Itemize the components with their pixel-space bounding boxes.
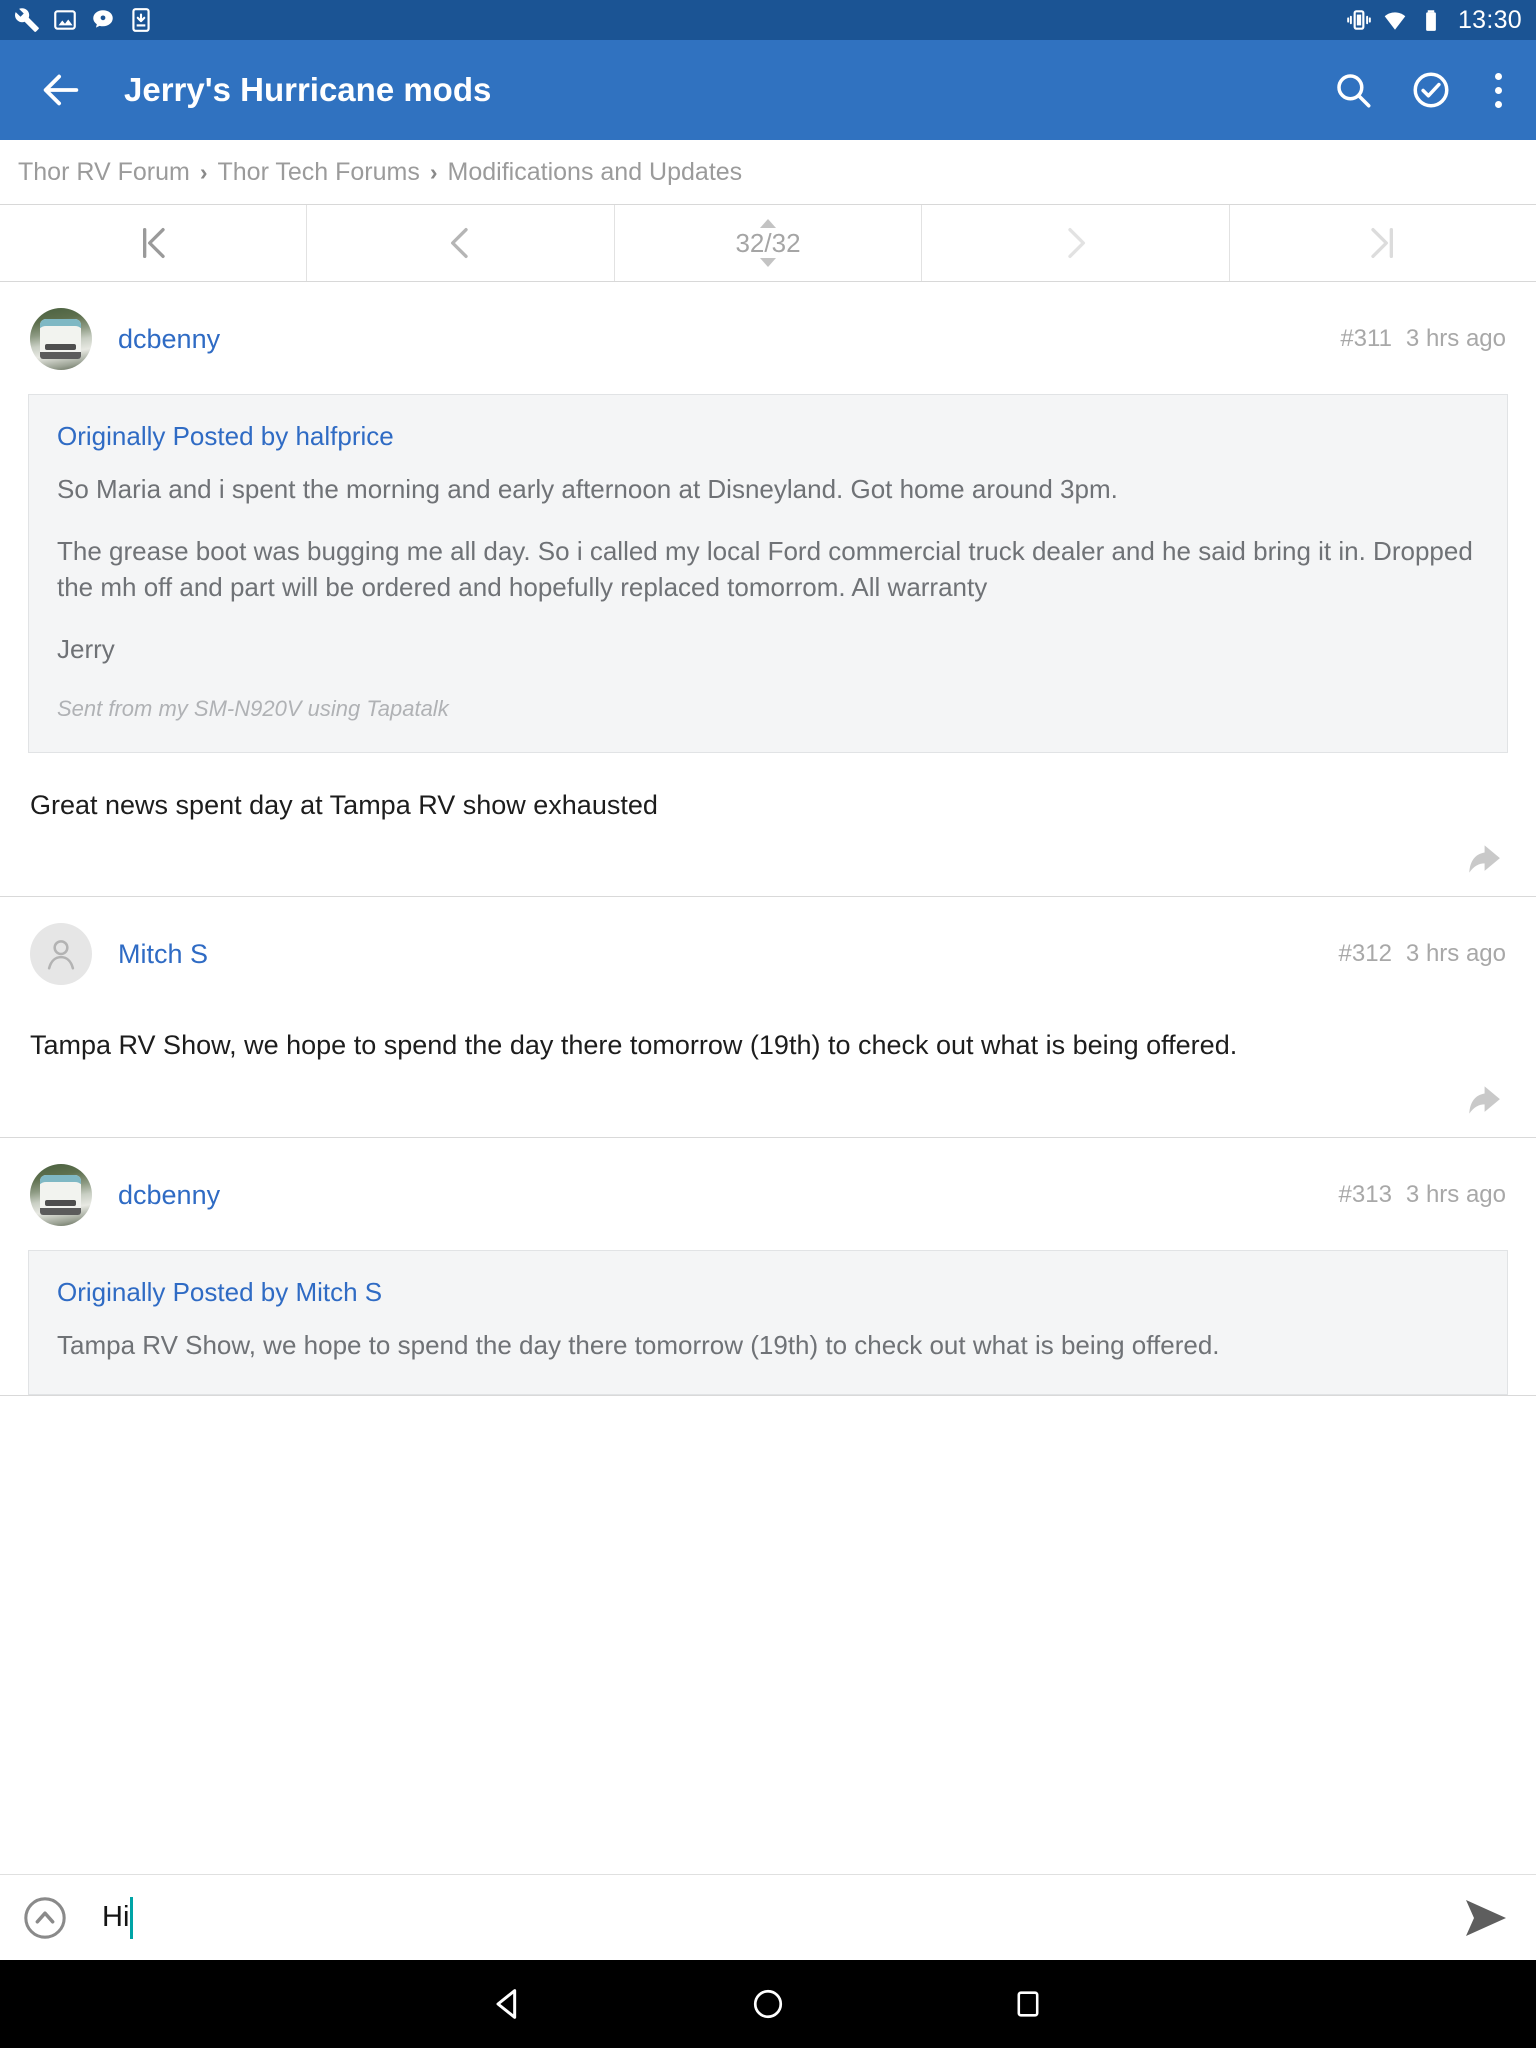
status-bar: 13:30 bbox=[0, 0, 1536, 40]
quote-block: Originally Posted by halfprice So Maria … bbox=[28, 394, 1508, 753]
download-icon bbox=[132, 8, 150, 32]
menu-dot bbox=[1494, 72, 1502, 80]
post-author-link[interactable]: dcbenny bbox=[118, 1180, 220, 1211]
chat-bubble-icon bbox=[93, 10, 113, 28]
post-timestamp: 3 hrs ago bbox=[1405, 940, 1506, 968]
send-icon[interactable] bbox=[1462, 1898, 1510, 1938]
post-number: #311 bbox=[1340, 325, 1392, 352]
avatar[interactable] bbox=[30, 923, 92, 986]
first-page-icon bbox=[143, 228, 165, 258]
image-icon bbox=[54, 10, 76, 30]
last-page-icon bbox=[1371, 228, 1393, 258]
post-number: #313 bbox=[1338, 1181, 1392, 1209]
breadcrumb: Thor RV Forum › Thor Tech Forums › Modif… bbox=[0, 140, 1536, 204]
reply-bar: Hi bbox=[0, 1874, 1536, 1960]
breadcrumb-item-section[interactable]: Modifications and Updates bbox=[448, 158, 743, 187]
post-header: dcbenny #313 3 hrs ago bbox=[0, 1138, 1536, 1234]
quote-author-link[interactable]: Originally Posted by halfprice bbox=[57, 421, 1479, 452]
status-bar-left-icons bbox=[14, 7, 154, 33]
overflow-menu-icon[interactable] bbox=[1488, 72, 1508, 108]
chevron-up-circle-icon[interactable] bbox=[22, 1895, 68, 1941]
breadcrumb-item-subforum[interactable]: Thor Tech Forums bbox=[217, 158, 419, 187]
reply-input[interactable]: Hi bbox=[102, 1896, 1462, 1939]
breadcrumb-item-forum[interactable]: Thor RV Forum bbox=[18, 158, 190, 187]
app-bar-actions bbox=[1332, 69, 1508, 111]
first-page-button[interactable] bbox=[0, 205, 308, 281]
post-footer bbox=[0, 824, 1536, 896]
chevron-right-icon bbox=[1068, 228, 1086, 258]
android-navigation-bar bbox=[0, 1960, 1536, 2048]
search-icon[interactable] bbox=[1332, 69, 1374, 111]
nav-home-button[interactable] bbox=[738, 1974, 798, 2034]
post-meta: #313 3 hrs ago bbox=[1339, 1181, 1506, 1209]
quote-author-link[interactable]: Originally Posted by Mitch S bbox=[57, 1277, 1479, 1308]
avatar[interactable] bbox=[30, 308, 92, 370]
post-author-link[interactable]: dcbenny bbox=[118, 324, 220, 355]
reply-input-value: Hi bbox=[102, 1901, 130, 1933]
breadcrumb-separator: › bbox=[429, 158, 438, 185]
page-indicator-label: 32/32 bbox=[735, 228, 801, 258]
battery-icon bbox=[1426, 10, 1436, 31]
previous-page-button[interactable] bbox=[307, 205, 615, 281]
nav-recents-button[interactable] bbox=[998, 1974, 1058, 2034]
last-page-button[interactable] bbox=[1230, 205, 1536, 281]
wrench-icon bbox=[15, 8, 39, 32]
status-bar-right-icons: 13:30 bbox=[1346, 7, 1522, 33]
pagination-bar: 32/32 bbox=[0, 204, 1536, 282]
post-meta: #311 3 hrs ago bbox=[1340, 325, 1506, 353]
next-page-button[interactable] bbox=[922, 205, 1230, 281]
post-number: #312 bbox=[1338, 940, 1392, 968]
post-item: dcbenny #313 3 hrs ago Originally Posted… bbox=[0, 1138, 1536, 1396]
quote-paragraph: So Maria and i spent the morning and ear… bbox=[57, 474, 1118, 504]
nav-back-button[interactable] bbox=[478, 1974, 538, 2034]
person-placeholder-icon bbox=[47, 940, 75, 970]
quote-block: Originally Posted by Mitch S Tampa RV Sh… bbox=[28, 1250, 1508, 1395]
page-spinner-up-icon[interactable] bbox=[760, 219, 777, 228]
text-caret bbox=[130, 1896, 134, 1939]
menu-dot bbox=[1494, 86, 1502, 94]
post-body: Great news spent day at Tampa RV show ex… bbox=[30, 789, 658, 820]
quote-paragraph: Jerry bbox=[57, 633, 115, 664]
post-timestamp: 3 hrs ago bbox=[1405, 325, 1506, 352]
quote-signature: Sent from my SM-N920V using Tapatalk bbox=[57, 695, 449, 721]
post-item: Mitch S #312 3 hrs ago Tampa RV Show, we… bbox=[0, 897, 1536, 1139]
circle-home-icon bbox=[753, 1989, 783, 2019]
page-spinner-down-icon[interactable] bbox=[760, 258, 777, 267]
reply-arrow-icon[interactable] bbox=[1466, 1083, 1510, 1117]
triangle-back-icon bbox=[496, 1989, 517, 2019]
post-header: dcbenny #311 3 hrs ago bbox=[0, 282, 1536, 378]
status-bar-clock: 13:30 bbox=[1457, 5, 1522, 34]
post-author-link[interactable]: Mitch S bbox=[118, 939, 208, 970]
wifi-icon bbox=[1384, 12, 1406, 30]
check-circle-icon[interactable] bbox=[1410, 69, 1452, 111]
app-bar: Jerry's Hurricane mods bbox=[0, 40, 1536, 140]
square-recents-icon bbox=[1017, 1991, 1039, 2017]
app-screen: 13:30 Jerry's Hurricane mods Thor RV For… bbox=[0, 0, 1536, 2048]
page-title: Jerry's Hurricane mods bbox=[124, 71, 492, 108]
chevron-left-icon bbox=[450, 228, 468, 258]
reply-arrow-icon[interactable] bbox=[1466, 842, 1510, 876]
post-body: Tampa RV Show, we hope to spend the day … bbox=[30, 1030, 1238, 1061]
post-meta: #312 3 hrs ago bbox=[1339, 940, 1506, 968]
back-arrow-icon[interactable] bbox=[38, 67, 84, 113]
page-indicator[interactable]: 32/32 bbox=[615, 205, 923, 281]
thread-post-list[interactable]: dcbenny #311 3 hrs ago Originally Posted… bbox=[0, 282, 1536, 1874]
post-item: dcbenny #311 3 hrs ago Originally Posted… bbox=[0, 282, 1536, 898]
avatar[interactable] bbox=[30, 1164, 92, 1227]
vibrate-icon bbox=[1347, 10, 1371, 30]
quote-paragraph: The grease boot was bugging me all day. … bbox=[57, 535, 1473, 602]
post-header: Mitch S #312 3 hrs ago bbox=[0, 897, 1536, 993]
quote-paragraph: Tampa RV Show, we hope to spend the day … bbox=[57, 1330, 1220, 1361]
post-footer bbox=[0, 1065, 1536, 1137]
menu-dot bbox=[1494, 100, 1502, 108]
post-timestamp: 3 hrs ago bbox=[1405, 1181, 1506, 1209]
breadcrumb-separator: › bbox=[199, 158, 208, 185]
